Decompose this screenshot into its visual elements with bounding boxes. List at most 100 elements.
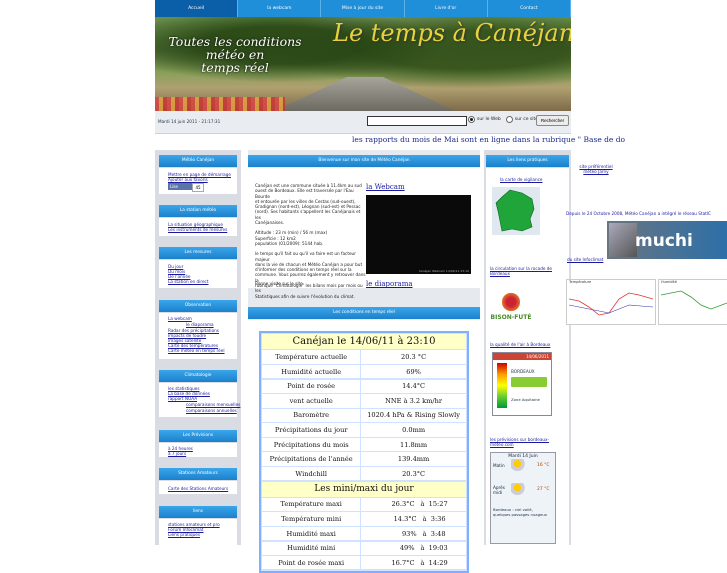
link-7days[interactable]: à 7 jours [168,451,186,456]
link-instruments[interactable]: Les instruments de mesures [168,227,227,232]
forecast-morning: Matin [493,463,505,468]
welcome-line: ouest de Bordeaux. Elle est traversée pa… [255,188,354,199]
row-label: Précipitations de l'année [262,452,361,466]
banner-slogan: Toutes les conditions météo en temps rée… [165,35,305,74]
bison-fute-logo[interactable]: BISON-FUTÉ [488,288,534,330]
link-jarny[interactable]: site préférentiel météo Jarny [576,164,616,174]
webcam-link[interactable]: la Webcam [366,183,405,191]
search-button[interactable]: Rechercher [536,115,569,126]
row-time: 14:29 [428,558,448,567]
link-forecasts[interactable]: les prévisions sur bordeaux-météo.com [490,437,570,447]
row-label: Baromètre [262,408,361,423]
link-vigilance[interactable]: la carte de vigilance [500,177,543,182]
air-region: Zone Aquitaine [511,397,540,402]
minmax-title: Les mini/maxi du jour [262,481,466,497]
link-webcam[interactable]: La webcam [168,316,192,321]
row-label: Point de rosée [262,379,361,393]
humidity-graph[interactable]: Humidité [658,279,727,325]
section-header: Les liens pratiques [486,155,569,167]
banner: Toutes les conditions météo en temps rée… [155,17,571,111]
temperature-curve [569,292,653,316]
row-label: Humidité actuelle [262,364,361,379]
link-air-quality[interactable]: la qualité de l'air à Bordeaux [490,342,550,347]
section-header: Météo Canéjan [159,155,237,167]
row-label: Température mini [262,512,361,526]
static-network-logo[interactable]: muchi [607,221,727,259]
nav-accueil[interactable]: Accueil [155,0,239,17]
welcome-line: Statistiques afin de suivre l'évolution … [255,293,355,299]
row-label: Précipitations du jour [262,423,361,437]
row-label: Windchill [262,467,361,481]
minmax-row: Humidité mini 49% à 19:03 [262,541,466,555]
news-ticker[interactable]: les rapports du mois de Mai sont en lign… [352,135,727,144]
link-practical[interactable]: Liens pratiques [168,532,200,537]
nav-webcam[interactable]: la webcam [238,0,322,17]
diaporama-link[interactable]: le diaporama [366,280,413,288]
welcome-line: (nord). Ses habitants s'appellent les Ca… [255,209,361,220]
forecast-note: Bordeaux : ciel voilé, quelques passages… [493,507,548,517]
table-row: Windchill 20.3°C [262,467,466,481]
row-sep: à [422,515,427,524]
site-title: Le temps à Canéjan [333,19,571,47]
table-row: Baromètre 1020.4 hPa & Rising Slowly [262,408,466,423]
section-header: La station météo [159,205,237,217]
static-notice: Depuis le 24 Octobre 2008, Météo Canéjan… [566,211,711,216]
left-sidebar: Météo Canéjan Mettre en page de démarrag… [155,150,241,549]
row-time: 3:48 [430,529,446,538]
search-input[interactable] [367,116,467,126]
section-header: liens [159,506,237,518]
banner-flowers [155,97,285,111]
link-noaa[interactable]: rapport NOAA [168,396,197,401]
like-button[interactable]: Like [168,183,192,190]
sun-cloud-icon [511,483,527,495]
row-value: 0.0mm [361,423,466,437]
row-value: 20.3°C [361,467,466,481]
link-live[interactable]: La station en direct [168,279,209,284]
conditions-table: Canéjan le 14/06/11 à 23:10 Température … [259,331,469,573]
radio-web[interactable] [468,116,475,123]
bison-text: BISON-FUTÉ [490,314,532,321]
link-monthly[interactable]: comparaisons mensuelles [186,402,240,407]
link-diaporama[interactable]: le diaporama [186,322,214,327]
air-quality-widget[interactable]: 14/06/2011 BORDEAUX Zone Aquitaine [492,352,552,416]
graph-title: Humidité [661,280,677,284]
sun-cloud-icon [511,459,527,471]
nav-updates[interactable]: Mise à jour du site [321,0,405,17]
row-sep: à [422,529,427,538]
like-count: 45 [192,183,204,192]
row-label: Humidité maxi [262,526,361,541]
row-value: 11.8mm [361,437,466,452]
table-row: vent actuelle NNE à 3.2 km/hr [262,394,466,408]
conditions-header: Les conditions en temps réel [248,307,480,319]
search-bar: Mardi 14 juin 2011 - 21:17:31 sur le Web… [155,111,571,134]
row-label: Précipitations du mois [262,437,361,452]
top-nav: Accueil la webcam Mise à jour du site Li… [155,0,572,17]
nav-contact[interactable]: Contact [488,0,572,17]
welcome-line: le temps qu'il fait ou qu'il va faire es… [255,251,356,262]
row-sep: à [420,558,425,567]
minmax-row: Humidité maxi 93% à 3:48 [262,526,466,541]
satellite-image [609,223,637,257]
nav-guestbook[interactable]: Livre d'or [405,0,488,17]
link-live-map[interactable]: Carte météo en temps réel [168,348,225,353]
france-map[interactable] [492,187,540,235]
radio-site[interactable] [505,116,513,123]
right-sidebar: Les liens pratiques la carte de vigilanc… [484,150,571,545]
forecast-widget[interactable]: Mardi 14 Juin Matin 16 °C Après midi 27 … [490,452,556,544]
like-label: Like [170,184,178,189]
link-yearly[interactable]: comparaisons annuelles [186,408,237,413]
forecast-morning-temp: 16 °C [537,463,550,468]
temperature-graph[interactable]: Température [566,279,656,325]
webcam-image[interactable]: Canéjan Webcam 14/06/11 23:10 [366,195,471,274]
air-index [511,377,547,387]
link-favorites[interactable]: Ajouter aux favoris [168,177,208,182]
webcam-stamp: Canéjan Webcam 14/06/11 23:10 [418,269,469,273]
visit-text: Bonne visite sur le site [255,281,303,286]
air-scale [497,363,507,408]
link-amateur-map[interactable]: Carte des Stations Amateurs [168,486,228,491]
link-circulation[interactable]: la circulation sur la rocade de Bordeaux [490,266,570,276]
row-value: 139.4mm [361,452,466,466]
row-value: 69% [361,364,466,379]
link-infoclimat[interactable]: du site Infoclimat [567,257,603,262]
row-value: 14.4°C [361,379,466,393]
